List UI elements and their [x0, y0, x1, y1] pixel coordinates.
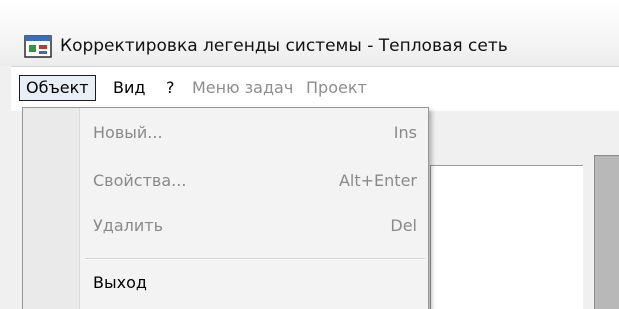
window-title: Корректировка легенды системы - Тепловая… — [60, 36, 508, 56]
menu-item-new[interactable]: Новый... Ins — [85, 118, 417, 148]
menu-help[interactable]: ? — [160, 75, 181, 101]
title-bar[interactable]: Корректировка легенды системы - Тепловая… — [0, 0, 619, 66]
menu-item-shortcut: Alt+Enter — [338, 171, 417, 190]
menu-item-label: Удалить — [93, 216, 163, 235]
menu-item-shortcut: Ins — [393, 123, 417, 142]
menu-item-label: Свойства... — [93, 171, 187, 190]
menu-bar: Объект Вид ? Меню задач Проект — [11, 66, 619, 111]
menu-item-label: Выход — [93, 273, 147, 292]
menu-object[interactable]: Объект — [19, 75, 96, 101]
menu-icon-gutter — [23, 108, 80, 309]
menu-item-label: Новый... — [93, 123, 163, 142]
menu-item-properties[interactable]: Свойства... Alt+Enter — [85, 166, 417, 196]
menu-separator — [85, 258, 425, 260]
menu-view[interactable]: Вид — [107, 75, 151, 101]
app-window-icon — [24, 35, 52, 58]
menu-item-shortcut: Del — [390, 216, 417, 235]
menu-item-delete[interactable]: Удалить Del — [85, 211, 417, 241]
menu-project[interactable]: Проект — [300, 75, 373, 101]
object-dropdown-menu: Новый... Ins Свойства... Alt+Enter Удали… — [22, 107, 429, 309]
content-panel — [430, 165, 583, 309]
side-panel — [594, 155, 619, 309]
menu-tasks[interactable]: Меню задач — [186, 75, 299, 101]
menu-item-exit[interactable]: Выход — [85, 268, 417, 298]
